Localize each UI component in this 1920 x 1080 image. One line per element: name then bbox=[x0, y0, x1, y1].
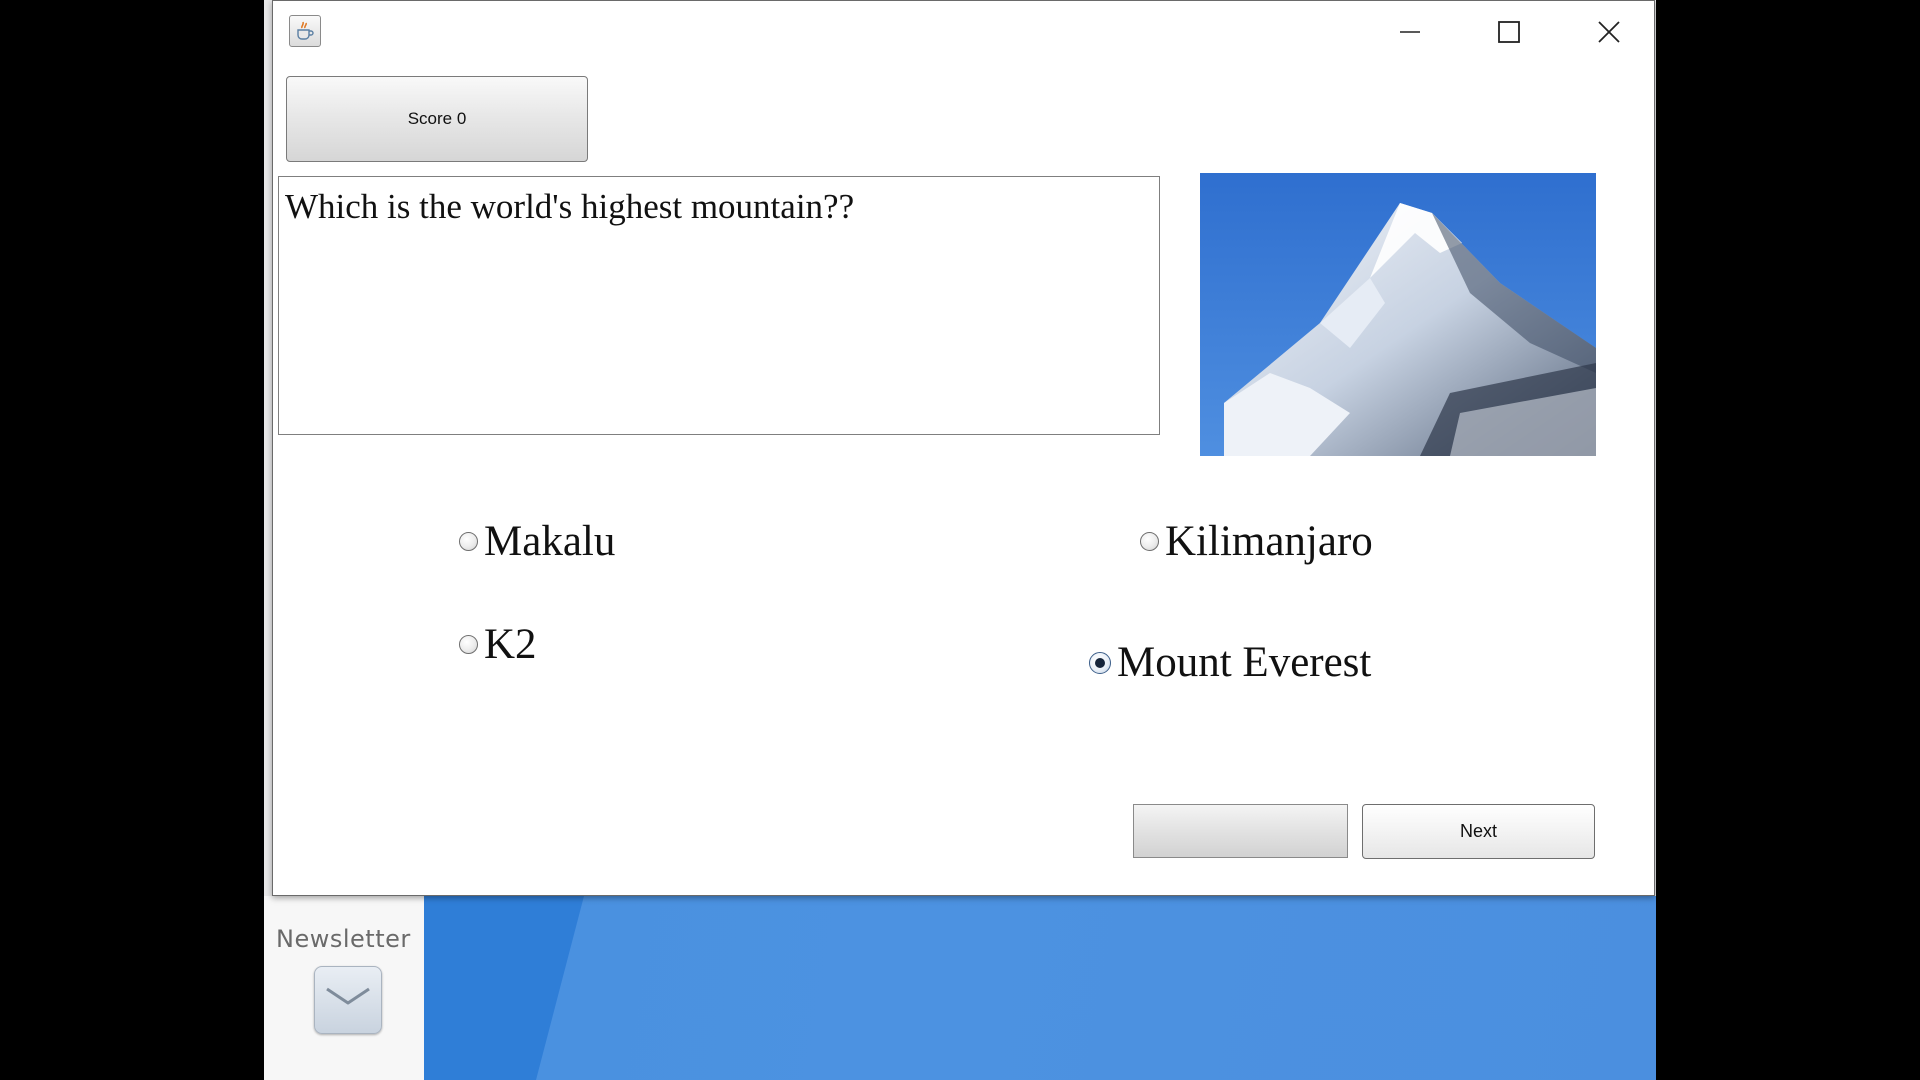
radio-kilimanjaro[interactable] bbox=[1140, 532, 1159, 551]
newsletter-label: Newsletter bbox=[276, 925, 411, 953]
option-label: K2 bbox=[484, 621, 537, 668]
score-button[interactable]: Score 0 bbox=[286, 76, 588, 162]
desktop-wallpaper bbox=[424, 896, 1656, 1080]
radio-k2[interactable] bbox=[459, 635, 478, 654]
option-label: Mount Everest bbox=[1117, 639, 1372, 686]
mail-envelope-icon[interactable] bbox=[314, 966, 382, 1034]
title-bar[interactable] bbox=[273, 1, 1654, 63]
next-button[interactable]: Next bbox=[1362, 804, 1595, 859]
close-icon bbox=[1598, 21, 1620, 43]
question-text-area[interactable]: Which is the world's highest mountain?? bbox=[278, 176, 1160, 435]
option-k2[interactable]: K2 bbox=[459, 620, 537, 669]
minimize-button[interactable] bbox=[1380, 11, 1440, 53]
java-coffee-cup-glyph bbox=[297, 21, 314, 40]
minimize-icon bbox=[1400, 31, 1420, 33]
mail-envelope-glyph bbox=[326, 987, 370, 1005]
maximize-button[interactable] bbox=[1479, 11, 1539, 53]
maximize-icon bbox=[1498, 21, 1520, 43]
wallpaper-shape bbox=[424, 896, 584, 1080]
blank-button[interactable] bbox=[1133, 804, 1348, 858]
radio-makalu[interactable] bbox=[459, 532, 478, 551]
close-button[interactable] bbox=[1579, 11, 1639, 53]
option-kilimanjaro[interactable]: Kilimanjaro bbox=[1140, 517, 1373, 566]
option-mount-everest[interactable]: Mount Everest bbox=[1089, 638, 1371, 687]
option-label: Makalu bbox=[484, 518, 616, 565]
mountain-illustration bbox=[1200, 173, 1596, 456]
quiz-window: Score 0 Which is the world's highest mou… bbox=[272, 0, 1655, 896]
question-text: Which is the world's highest mountain?? bbox=[285, 187, 855, 226]
option-makalu[interactable]: Makalu bbox=[459, 517, 615, 566]
radio-mount-everest[interactable] bbox=[1089, 651, 1111, 674]
java-coffee-cup-icon[interactable] bbox=[289, 15, 321, 47]
option-label: Kilimanjaro bbox=[1165, 518, 1373, 565]
mountain-image bbox=[1200, 173, 1596, 456]
screen: Newsletter Score 0 Which is the world's … bbox=[0, 0, 1920, 1080]
